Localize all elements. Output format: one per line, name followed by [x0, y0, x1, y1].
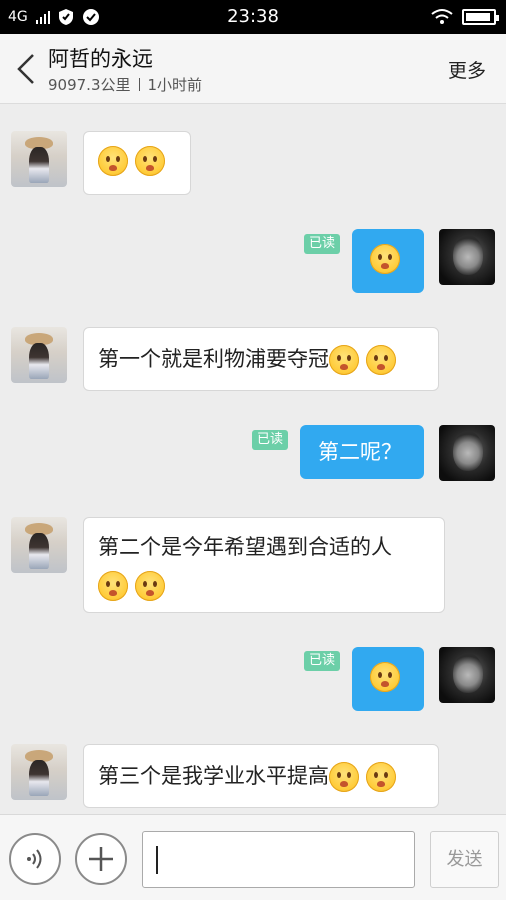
battery-icon — [462, 9, 499, 25]
worried-face-icon — [366, 345, 396, 375]
wifi-icon — [431, 9, 453, 24]
contact-avatar[interactable] — [11, 517, 67, 573]
contact-meta: 9097.3公里 1小时前 — [48, 74, 202, 95]
status-right — [430, 8, 499, 26]
worried-face-icon — [370, 662, 400, 692]
worried-face-icon — [98, 146, 128, 176]
read-badge: 已读 — [252, 430, 289, 450]
my-avatar[interactable] — [439, 229, 495, 285]
send-button[interactable]: 发送 — [430, 831, 499, 888]
contact-avatar[interactable] — [11, 327, 67, 383]
worried-face-icon — [370, 244, 400, 274]
worried-face-icon — [135, 571, 165, 601]
voice-button[interactable] — [9, 833, 61, 885]
more-button[interactable]: 更多 — [448, 56, 486, 83]
message-bubble-incoming[interactable]: 第二个是今年希望遇到合适的人 — [83, 517, 445, 613]
contact-distance: 9097.3公里 — [48, 76, 131, 94]
message-bubble-incoming[interactable] — [83, 131, 191, 195]
plus-icon — [89, 847, 113, 871]
emoji-row — [98, 566, 430, 604]
message-text: 第一个就是利物浦要夺冠 — [98, 347, 329, 371]
status-bar: 4G 23:38 — [0, 0, 506, 34]
worried-face-icon — [329, 762, 359, 792]
worried-face-icon — [135, 146, 165, 176]
message-bubble-incoming[interactable]: 第三个是我学业水平提高 — [83, 744, 439, 808]
back-arrow-icon[interactable] — [14, 52, 38, 86]
meta-divider — [138, 78, 140, 91]
message-bubble-outgoing[interactable] — [352, 229, 424, 293]
contact-name: 阿哲的永远 — [48, 47, 153, 71]
contact-last-active: 1小时前 — [147, 76, 203, 94]
worried-face-icon — [366, 762, 396, 792]
battery-fill — [466, 13, 490, 21]
voice-icon — [27, 849, 42, 869]
message-text: 第三个是我学业水平提高 — [98, 764, 329, 788]
add-button[interactable] — [75, 833, 127, 885]
message-text: 第二呢？ — [318, 440, 402, 464]
read-badge: 已读 — [304, 651, 341, 671]
my-avatar[interactable] — [439, 647, 495, 703]
chat-header: 阿哲的永远 9097.3公里 1小时前 更多 — [0, 34, 506, 104]
worried-face-icon — [329, 345, 359, 375]
worried-face-icon — [98, 571, 128, 601]
message-bubble-incoming[interactable]: 第一个就是利物浦要夺冠 — [83, 327, 439, 391]
contact-avatar[interactable] — [11, 744, 67, 800]
text-cursor — [156, 846, 158, 874]
read-badge: 已读 — [304, 234, 341, 254]
message-input[interactable] — [142, 831, 415, 888]
message-bubble-outgoing[interactable]: 第二呢？ — [300, 425, 424, 479]
message-bubble-outgoing[interactable] — [352, 647, 424, 711]
contact-avatar[interactable] — [11, 131, 67, 187]
input-bar: 发送 — [0, 814, 506, 900]
my-avatar[interactable] — [439, 425, 495, 481]
message-text: 第二个是今年希望遇到合适的人 — [98, 535, 392, 559]
